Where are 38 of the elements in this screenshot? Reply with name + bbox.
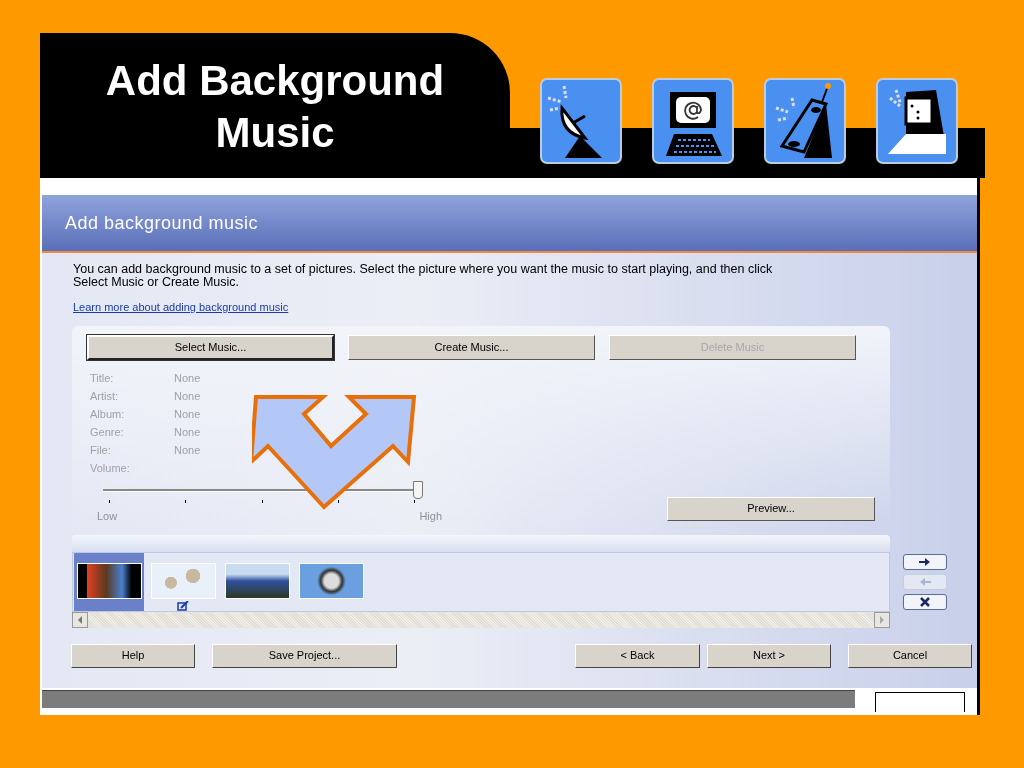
satellite-dish-icon (540, 78, 622, 164)
photo-placeholder (298, 562, 364, 599)
volume-max-label: High (419, 509, 442, 524)
field-label: Artist: (90, 389, 120, 404)
mobile-phone-icon (764, 78, 846, 164)
computer-icon (876, 78, 958, 164)
photo-placeholder (150, 562, 216, 599)
nav-button[interactable]: Help (71, 643, 195, 668)
nav-button[interactable]: Next > (707, 643, 831, 668)
learn-more-link[interactable]: Learn more about adding background music (73, 301, 289, 314)
filmstrip-item[interactable] (74, 552, 144, 611)
computer-icon (652, 78, 734, 164)
field-value: None (174, 425, 201, 440)
dialog-title: Add background music (65, 211, 259, 235)
photo-placeholder (76, 562, 142, 599)
volume-min-label: Low (97, 509, 118, 524)
slider-thumb[interactable] (413, 481, 423, 499)
field-label: File: (90, 443, 112, 458)
remove-button[interactable] (903, 593, 947, 610)
music-button[interactable]: Create Music... (348, 335, 595, 360)
field-value: None (174, 389, 201, 404)
close-icon (917, 595, 933, 608)
move-right-button[interactable] (903, 553, 947, 570)
field-value: None (174, 371, 201, 386)
field-value: None (174, 443, 201, 458)
field-label: Album: (90, 407, 126, 422)
slide-title: Add Background Music (104, 56, 446, 158)
preview-button[interactable]: Preview... (667, 496, 875, 521)
field-label: Genre: (90, 425, 125, 440)
field-value: None (174, 407, 201, 422)
field-label: Title: (90, 371, 115, 386)
nav-button[interactable]: < Back (575, 643, 700, 668)
music-button[interactable]: Select Music... (87, 335, 334, 360)
photo-placeholder (224, 562, 290, 599)
nav-button[interactable]: Save Project... (212, 643, 397, 668)
volume-label: Volume: (90, 461, 130, 476)
nav-button[interactable]: Cancel (848, 643, 972, 668)
description-text: You can add background music to a set of pictures. Select the picture where you want the music to start playing, and then click Select Music or Create Music. (73, 263, 774, 289)
